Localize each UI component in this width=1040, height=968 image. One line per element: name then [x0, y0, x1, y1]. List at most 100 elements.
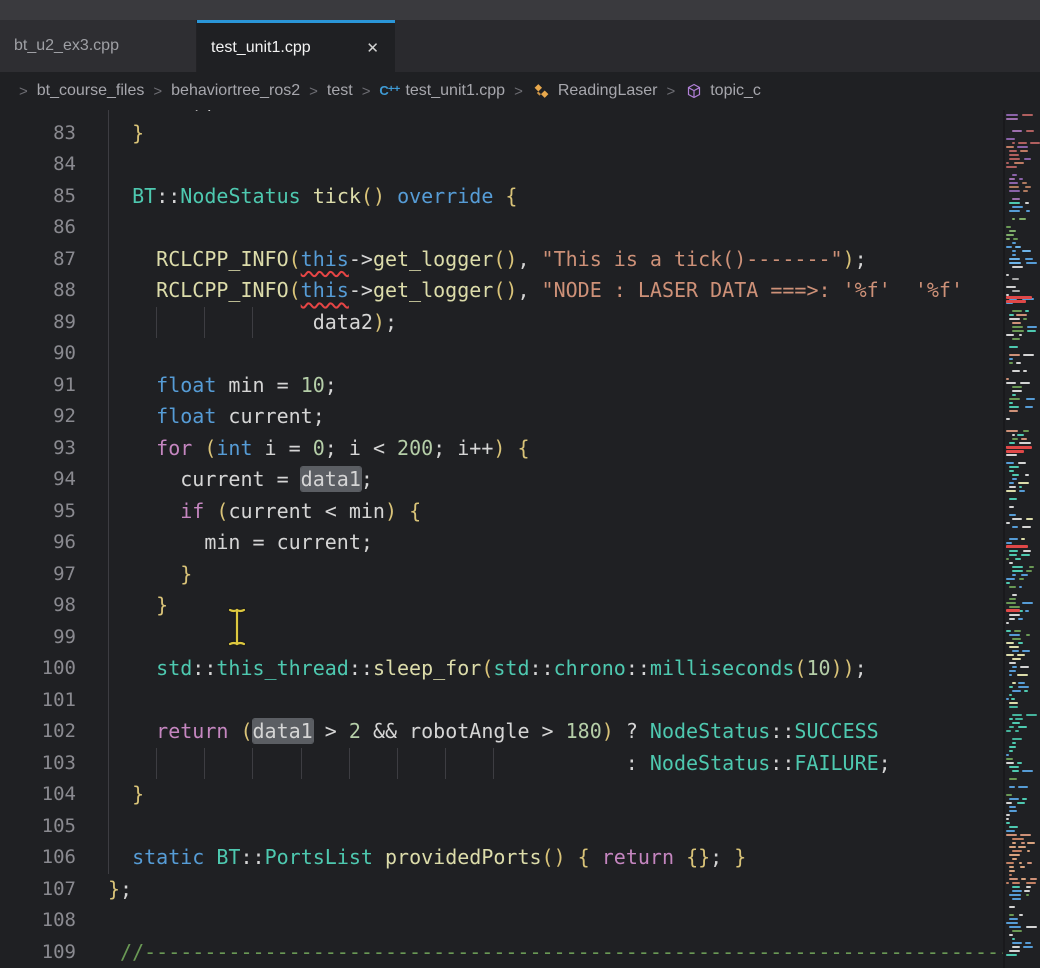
code-line[interactable]: 107}; [0, 874, 1006, 906]
minimap-line [1012, 474, 1019, 476]
code-editor[interactable]: 82 ");83 }8485 BT::NodeStatus tick() ove… [0, 110, 1040, 968]
line-number: 84 [0, 149, 76, 181]
minimap-line [1009, 694, 1012, 696]
minimap-line [1009, 358, 1013, 360]
code-line[interactable]: 91 float min = 10; [0, 370, 1006, 402]
minimap-line [1009, 934, 1013, 936]
minimap-line [1022, 770, 1034, 772]
minimap-line [1017, 762, 1021, 764]
line-number: 109 [0, 937, 76, 968]
code-line[interactable]: 96 min = current; [0, 527, 1006, 559]
code-line[interactable]: 100 std::this_thread::sleep_for(std::chr… [0, 653, 1006, 685]
minimap-line [1006, 430, 1018, 432]
minimap-line [1012, 682, 1016, 684]
code-line[interactable]: 86 [0, 212, 1006, 244]
minimap-line [1009, 262, 1021, 264]
minimap-line [1006, 462, 1014, 464]
code-line[interactable]: 92 float current; [0, 401, 1006, 433]
code-line[interactable]: 94 current = data1; [0, 464, 1006, 496]
tab-label: test_unit1.cpp [211, 39, 311, 57]
code-line[interactable]: 82 "); [0, 110, 1006, 118]
minimap-line [1025, 310, 1028, 312]
tab-bt-u2-ex3[interactable]: bt_u2_ex3.cpp [0, 20, 197, 72]
minimap-line [1017, 674, 1028, 676]
code-line[interactable]: 89 data2); [0, 307, 1006, 339]
minimap-line [1012, 394, 1016, 396]
code-line[interactable]: 84 [0, 149, 1006, 181]
minimap-line [1009, 810, 1017, 812]
minimap-line [1012, 858, 1017, 860]
minimap-line [1012, 310, 1022, 312]
minimap-line [1009, 442, 1015, 444]
line-number: 104 [0, 779, 76, 811]
minimap-line [1014, 162, 1024, 164]
minimap-line [1009, 354, 1020, 356]
minimap-line [1009, 854, 1020, 856]
tab-test-unit1[interactable]: test_unit1.cpp ✕ [197, 20, 395, 72]
minimap-line [1017, 146, 1028, 148]
breadcrumb-item[interactable]: test [327, 82, 353, 100]
breadcrumb-item[interactable]: bt_course_files [37, 82, 145, 100]
minimap-line [1012, 942, 1022, 944]
code-line[interactable]: 98 } [0, 590, 1006, 622]
code-line[interactable]: 101 [0, 685, 1006, 717]
code-line[interactable]: 95 if (current < min) { [0, 496, 1006, 528]
minimap-line [1026, 894, 1030, 896]
code-line[interactable]: 90 [0, 338, 1006, 370]
code-line[interactable]: 83 } [0, 118, 1006, 150]
minimap-line [1014, 630, 1021, 632]
code-text: RCLCPP_INFO(this->get_logger(), "NODE : … [108, 275, 963, 307]
breadcrumb-item[interactable]: ReadingLaser [558, 82, 658, 100]
code-line[interactable]: 104 } [0, 779, 1006, 811]
minimap-line [1009, 878, 1018, 880]
code-line[interactable]: 105 [0, 811, 1006, 843]
breadcrumb-item[interactable]: topic_c [710, 82, 761, 100]
line-number: 107 [0, 874, 76, 906]
code-line[interactable]: 103 : NodeStatus::FAILURE; [0, 748, 1006, 780]
code-text: : NodeStatus::FAILURE; [108, 748, 891, 780]
code-line[interactable]: 102 return (data1 > 2 && robotAngle > 18… [0, 716, 1006, 748]
minimap-line [1006, 226, 1011, 228]
minimap-line [1021, 842, 1025, 844]
code-line[interactable]: 97 } [0, 559, 1006, 591]
minimap-line [1006, 454, 1017, 456]
code-text: min = current; [108, 527, 373, 559]
breadcrumb-item[interactable]: behaviortree_ros2 [171, 82, 300, 100]
code-line[interactable]: 99 [0, 622, 1006, 654]
code-text: }; [108, 874, 132, 906]
code-line[interactable]: 87 RCLCPP_INFO(this->get_logger(), "This… [0, 244, 1006, 276]
minimap-line [1009, 870, 1015, 872]
breadcrumb-item[interactable]: test_unit1.cpp [405, 82, 505, 100]
minimap-line [1012, 574, 1016, 576]
code-text: } [108, 590, 168, 622]
minimap-line [1009, 670, 1016, 672]
minimap-line [1009, 190, 1020, 192]
line-number: 93 [0, 433, 76, 465]
code-line[interactable]: 108 [0, 905, 1006, 937]
code-line[interactable]: 109 //----------------------------------… [0, 937, 1006, 968]
code-line[interactable]: 106 static BT::PortsList providedPorts()… [0, 842, 1006, 874]
minimap-line [1006, 922, 1018, 924]
indent-guide [108, 212, 109, 244]
minimap-line [1012, 266, 1023, 268]
minimap-line [1018, 642, 1023, 644]
minimap-line [1006, 166, 1017, 168]
minimap[interactable] [1003, 110, 1040, 968]
code-line[interactable]: 85 BT::NodeStatus tick() override { [0, 181, 1006, 213]
minimap-line [1026, 210, 1030, 212]
close-icon[interactable]: ✕ [364, 39, 381, 57]
minimap-line [1012, 330, 1024, 332]
minimap-line [1019, 586, 1022, 588]
minimap-line [1009, 634, 1020, 636]
minimap-line [1023, 190, 1028, 192]
code-line[interactable]: 93 for (int i = 0; i < 200; i++) { [0, 433, 1006, 465]
minimap-line [1019, 442, 1031, 444]
breadcrumb-chevron-icon: > [153, 83, 162, 100]
minimap-line [1009, 182, 1018, 184]
minimap-line [1018, 142, 1027, 144]
minimap-line [1025, 610, 1029, 612]
minimap-line [1009, 674, 1012, 676]
indent-guide [108, 338, 109, 370]
minimap-line [1006, 138, 1015, 140]
code-line[interactable]: 88 RCLCPP_INFO(this->get_logger(), "NODE… [0, 275, 1006, 307]
